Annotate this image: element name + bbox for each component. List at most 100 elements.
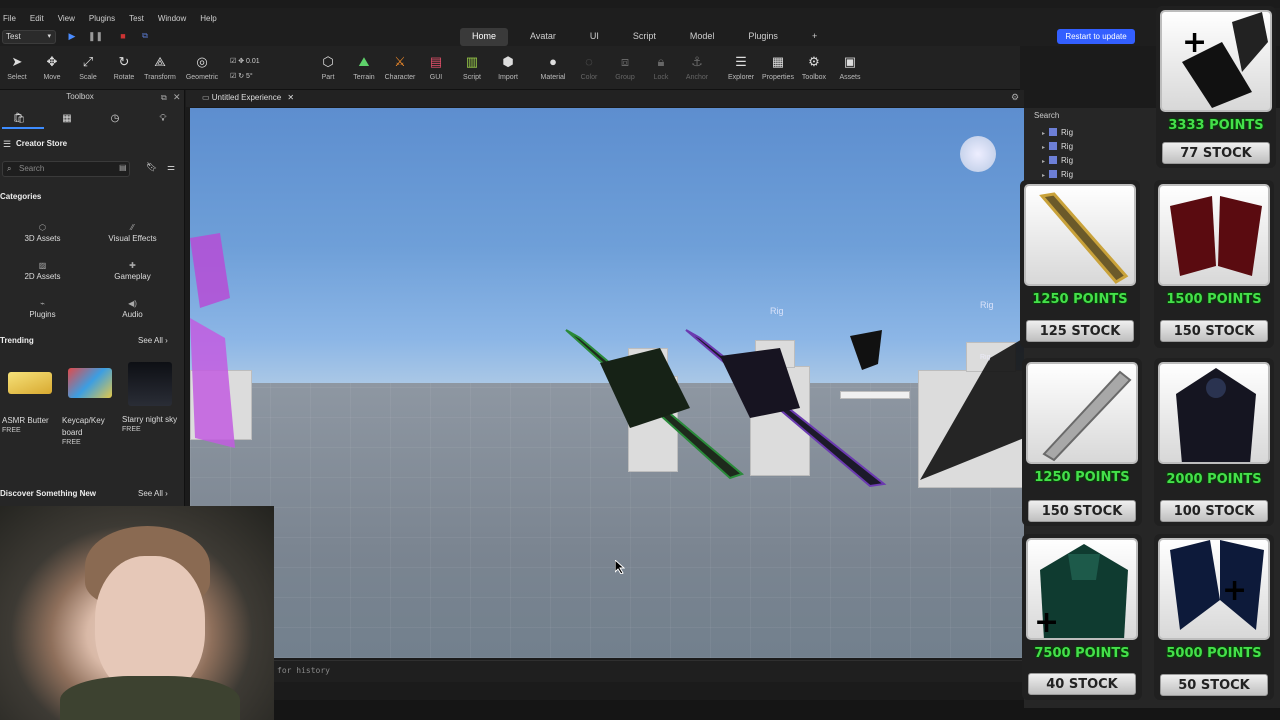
explorer-row-rig[interactable]: ▸ Rig bbox=[1042, 140, 1073, 153]
tool-explorer[interactable]: ☰ Explorer bbox=[724, 54, 758, 81]
bookmark-icon[interactable]: 🔖︎ bbox=[146, 162, 157, 173]
tool-transform[interactable]: ⟁ Transform bbox=[143, 54, 177, 81]
item-points: 3333 POINTS bbox=[1168, 118, 1264, 133]
asset-starry-night-sky[interactable]: Starry night sky FREE bbox=[122, 362, 178, 433]
sparkle-lines-icon: ⁄⁄ bbox=[131, 223, 134, 232]
menu-help[interactable]: Help bbox=[200, 14, 216, 23]
shop-card-golden-sword[interactable]: 1250 POINTS 125 STOCK bbox=[1020, 180, 1140, 348]
restart-to-update-button[interactable]: Restart to update bbox=[1057, 29, 1135, 44]
tab-home[interactable]: Home bbox=[460, 28, 509, 46]
pause-icon[interactable]: ❚❚ bbox=[88, 31, 103, 41]
toolbox-tab-ideas[interactable]: 💡︎ bbox=[140, 111, 186, 127]
filter-list-icon[interactable]: ▤ bbox=[119, 163, 127, 172]
hamburger-icon[interactable]: ☰ bbox=[3, 139, 11, 150]
toolbox-tab-inventory[interactable]: ▦ bbox=[44, 111, 90, 127]
tool-group[interactable]: ⧈ Group bbox=[608, 54, 642, 81]
explorer-row-rig[interactable]: ▸ Rig bbox=[1042, 126, 1073, 139]
category-audio[interactable]: ◀) Audio bbox=[90, 296, 175, 328]
toolbox-tab-store[interactable]: 🛍︎ bbox=[0, 111, 42, 127]
tool-color[interactable]: ◌ Color bbox=[572, 54, 606, 81]
color-palette-icon: ◌ bbox=[585, 54, 593, 69]
toolbox-title: Toolbox bbox=[66, 92, 94, 101]
tool-toolbox[interactable]: ⚙ Toolbox bbox=[797, 54, 831, 81]
rotate-step-row[interactable]: ☑ ↻ 5° bbox=[230, 71, 253, 82]
category-3d-assets[interactable]: ⬡ 3D Assets bbox=[0, 220, 85, 252]
chevron-right-icon: › bbox=[165, 489, 168, 498]
explorer-row-rig[interactable]: ▸ Rig bbox=[1042, 154, 1073, 167]
tool-import[interactable]: ⬢ Import bbox=[491, 54, 525, 81]
explorer-search-input[interactable]: Search bbox=[1034, 111, 1059, 120]
tool-assets[interactable]: ▣ Assets bbox=[833, 54, 867, 81]
tab-avatar[interactable]: Avatar bbox=[518, 28, 568, 46]
play-icon[interactable]: ▶ bbox=[67, 31, 77, 41]
tab-untitled-experience[interactable]: ▭ Untitled Experience ✕ bbox=[196, 91, 294, 105]
tab-ui[interactable]: UI bbox=[578, 28, 611, 46]
tool-gui[interactable]: ▤ GUI bbox=[419, 54, 453, 81]
tool-geometric[interactable]: ◎ Geometric bbox=[185, 54, 219, 81]
stop-icon[interactable]: ■ bbox=[118, 31, 128, 41]
toolbox-tab-recent[interactable]: ◷ bbox=[92, 111, 138, 127]
speaker-icon: ◀) bbox=[128, 299, 137, 308]
trending-heading: Trending bbox=[0, 336, 34, 345]
close-icon[interactable]: ✕ bbox=[287, 93, 294, 102]
item-image bbox=[1158, 184, 1270, 286]
tool-character[interactable]: ⚔ Character bbox=[383, 54, 417, 81]
shop-card-blue-armor-bundle[interactable]: + 5000 POINTS 50 STOCK bbox=[1154, 534, 1274, 700]
mode-tabs: Home Avatar UI Script Model Plugins + bbox=[460, 28, 839, 46]
menu-test[interactable]: Test bbox=[129, 14, 144, 23]
category-gameplay[interactable]: ✚ Gameplay bbox=[90, 258, 175, 290]
command-bar[interactable] bbox=[274, 660, 1024, 682]
tool-move[interactable]: ✥ Move bbox=[35, 54, 69, 81]
rig-name-label: Rig bbox=[770, 306, 784, 316]
tool-script[interactable]: ▥ Script bbox=[455, 54, 489, 81]
menu-view[interactable]: View bbox=[58, 14, 75, 23]
tool-anchor[interactable]: ⚓︎ Anchor bbox=[680, 54, 714, 81]
asset-keycap-keyboard[interactable]: Keycap/Key board FREE bbox=[62, 366, 118, 446]
item-points: 1250 POINTS bbox=[1032, 292, 1128, 307]
tool-rotate[interactable]: ↻ Rotate bbox=[107, 54, 141, 81]
category-2d-assets[interactable]: ▨ 2D Assets bbox=[0, 258, 85, 290]
grid-icon: ▦ bbox=[62, 113, 72, 124]
tab-plugins[interactable]: Plugins bbox=[736, 28, 790, 46]
tool-material[interactable]: ● Material bbox=[536, 54, 570, 81]
shop-card-green-armor-bundle[interactable]: + 7500 POINTS 40 STOCK bbox=[1022, 534, 1142, 700]
tool-terrain[interactable]: ⛰ Terrain bbox=[347, 54, 381, 81]
client-server-icon[interactable]: ⧉ bbox=[140, 31, 150, 41]
menu-window[interactable]: Window bbox=[158, 14, 186, 23]
tool-scale[interactable]: ⤢ Scale bbox=[71, 54, 105, 81]
asset-asmr-butter[interactable]: ASMR Butter FREE bbox=[2, 366, 58, 434]
test-mode-select[interactable]: Test ▾ bbox=[2, 30, 56, 44]
3d-viewport[interactable]: Rig Rig Rig bbox=[190, 108, 1024, 658]
tab-add[interactable]: + bbox=[800, 28, 829, 46]
menu-file[interactable]: File bbox=[3, 14, 16, 23]
toolbox-search-input[interactable]: ⌕ Search bbox=[2, 161, 130, 177]
category-visual-effects[interactable]: ⁄⁄ Visual Effects bbox=[90, 220, 175, 252]
trending-see-all-link[interactable]: See All › bbox=[138, 336, 168, 345]
shop-card-wings-sword-bundle[interactable]: + 3333 POINTS 77 STOCK bbox=[1156, 6, 1276, 168]
tool-properties[interactable]: ▦ Properties bbox=[761, 54, 795, 81]
shop-card-dark-armor[interactable]: 2000 POINTS 100 STOCK bbox=[1154, 358, 1274, 526]
sliders-icon[interactable]: ⚌ bbox=[167, 162, 175, 173]
move-step-value: 0.01 bbox=[246, 58, 260, 65]
menu-edit[interactable]: Edit bbox=[30, 14, 44, 23]
tool-part[interactable]: ⬡ Part bbox=[311, 54, 345, 81]
close-icon[interactable]: ✕ bbox=[173, 92, 181, 103]
chevron-down-icon: ▾ bbox=[47, 33, 51, 40]
dock-icon[interactable]: ⧉ bbox=[161, 93, 167, 103]
tab-model[interactable]: Model bbox=[678, 28, 727, 46]
chevron-right-icon: › bbox=[165, 336, 168, 345]
mouse-cursor-icon bbox=[615, 560, 625, 574]
shop-card-silver-sword[interactable]: 1250 POINTS 150 STOCK bbox=[1022, 358, 1142, 526]
tool-select[interactable]: ➤ Select bbox=[0, 54, 34, 81]
move-step-row[interactable]: ☑ ✥ 0.01 bbox=[230, 56, 260, 67]
discover-see-all-link[interactable]: See All › bbox=[138, 489, 168, 498]
tool-lock[interactable]: 🔒︎ Lock bbox=[644, 54, 678, 81]
shop-card-red-wings[interactable]: 1500 POINTS 150 STOCK bbox=[1154, 180, 1274, 348]
group-icon: ⧈ bbox=[620, 54, 630, 69]
tab-script[interactable]: Script bbox=[621, 28, 668, 46]
menu-plugins[interactable]: Plugins bbox=[89, 14, 115, 23]
settings-gear-icon[interactable]: ⚙ bbox=[1011, 92, 1019, 103]
category-plugins[interactable]: ⌁ Plugins bbox=[0, 296, 85, 328]
cursor-arrow-icon: ➤ bbox=[11, 54, 23, 69]
rig-name-label: Rig bbox=[980, 354, 991, 361]
